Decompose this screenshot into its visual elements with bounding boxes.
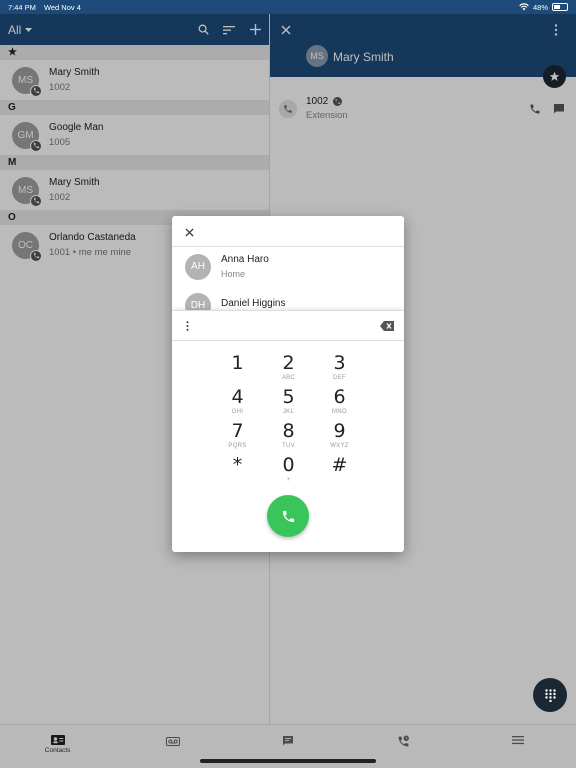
key-0[interactable]: 0 + bbox=[263, 455, 314, 489]
key-digit: 4 bbox=[231, 386, 244, 408]
key-digit: * bbox=[232, 454, 243, 476]
suggestion-name: Anna Haro bbox=[221, 254, 269, 265]
key-digit: 3 bbox=[333, 352, 346, 374]
dialer-dialog: AH Anna Haro Home DH Daniel Higgins 1 2A… bbox=[172, 216, 404, 552]
dial-number-input[interactable] bbox=[199, 317, 380, 334]
key-3[interactable]: 3 DEF bbox=[314, 353, 365, 387]
status-time: 7:44 PM bbox=[8, 2, 36, 12]
status-right: 48% bbox=[519, 3, 568, 12]
key-digit: 9 bbox=[333, 420, 346, 442]
more-vertical-icon bbox=[186, 320, 189, 331]
key-6[interactable]: 6 MNO bbox=[314, 387, 365, 421]
key-2[interactable]: 2 ABC bbox=[263, 353, 314, 387]
keypad: 1 2 ABC 3 DEF 4 GHI 5 JKL 6 MNO 7 PQRS 8 TUV 9W… bbox=[212, 353, 364, 489]
suggestion-label: Home bbox=[221, 269, 246, 279]
key-digit: 6 bbox=[333, 386, 346, 408]
wifi-icon bbox=[519, 3, 529, 11]
key-letters: TUV bbox=[282, 443, 295, 449]
avatar-initials: DH bbox=[190, 300, 206, 310]
key-letters: + bbox=[286, 477, 291, 483]
close-icon bbox=[184, 227, 194, 237]
dial-input-bar bbox=[172, 310, 404, 341]
backspace-button[interactable] bbox=[380, 320, 394, 331]
key-letters: PQRS bbox=[228, 443, 247, 449]
suggestion-item[interactable]: AH Anna Haro Home bbox=[172, 247, 404, 286]
dial-call-button[interactable] bbox=[267, 495, 309, 537]
dialpad-icon bbox=[544, 688, 556, 702]
key-letters: GHI bbox=[231, 409, 244, 415]
key-letters: ABC bbox=[281, 375, 296, 381]
key-digit: 7 bbox=[231, 420, 244, 442]
key-star[interactable]: * bbox=[212, 455, 263, 489]
dialer-options-button[interactable] bbox=[186, 320, 189, 331]
avatar-initials: AH bbox=[191, 261, 205, 272]
key-1[interactable]: 1 bbox=[212, 353, 263, 387]
home-indicator[interactable] bbox=[200, 759, 376, 763]
suggestion-name: Daniel Higgins bbox=[221, 298, 286, 309]
key-digit: 1 bbox=[231, 352, 244, 374]
battery-percent: 48% bbox=[532, 2, 548, 12]
avatar: AH bbox=[185, 253, 211, 280]
close-dialer-button[interactable] bbox=[183, 226, 195, 238]
phone-icon bbox=[282, 510, 294, 522]
suggestion-text: Anna Haro Home bbox=[221, 254, 269, 279]
key-letters: JKL bbox=[282, 409, 295, 415]
contact-suggestions: AH Anna Haro Home DH Daniel Higgins bbox=[172, 247, 404, 310]
backspace-icon bbox=[380, 320, 394, 331]
key-digit: 8 bbox=[282, 420, 295, 442]
status-bar: 7:44 PM Wed Nov 4 48% bbox=[0, 0, 576, 14]
key-letters: WXYZ bbox=[330, 443, 349, 449]
battery-icon bbox=[552, 3, 568, 11]
key-digit: # bbox=[331, 454, 348, 476]
key-5[interactable]: 5 JKL bbox=[263, 387, 314, 421]
key-9[interactable]: 9 WXYZ bbox=[314, 421, 365, 455]
dialer-top-bar bbox=[172, 216, 404, 247]
key-7[interactable]: 7 PQRS bbox=[212, 421, 263, 455]
key-letters: DEF bbox=[333, 375, 346, 381]
avatar: DH bbox=[185, 292, 211, 310]
dialpad-fab[interactable] bbox=[533, 678, 567, 712]
battery-fill bbox=[554, 5, 560, 9]
key-4[interactable]: 4 GHI bbox=[212, 387, 263, 421]
suggestion-text: Daniel Higgins bbox=[221, 298, 285, 310]
key-digit: 0 bbox=[282, 454, 295, 476]
key-8[interactable]: 8 TUV bbox=[263, 421, 314, 455]
key-digit: 5 bbox=[282, 386, 295, 408]
key-digit: 2 bbox=[282, 352, 295, 374]
status-date: Wed Nov 4 bbox=[43, 2, 81, 12]
key-letters: MNO bbox=[332, 409, 347, 415]
suggestion-item[interactable]: DH Daniel Higgins bbox=[172, 286, 404, 310]
key-hash[interactable]: # bbox=[314, 455, 365, 489]
